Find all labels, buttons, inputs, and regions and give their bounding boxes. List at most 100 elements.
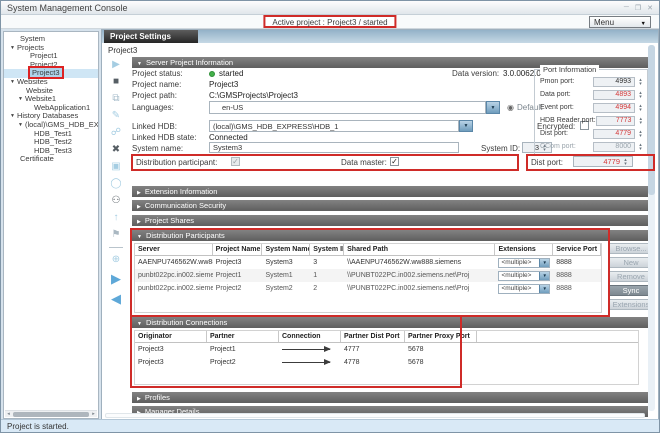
remove-button[interactable]: Remove [609,271,653,282]
spinner-arrows-icon[interactable] [637,117,644,125]
copy-icon[interactable]: ⧉ [112,94,119,104]
connection-arrow-icon [282,362,330,363]
table-row[interactable]: Project3 Project2 4778 5678 [135,356,638,369]
participants-header-row: Server Project Name System Name System I… [135,244,601,256]
spinner-arrows-icon[interactable] [637,130,644,138]
maximize-icon[interactable]: ❐ [635,4,641,12]
linked-hdb-state-value: Connected [209,133,248,142]
ccom-port-stepper[interactable]: 8000 [593,142,635,152]
tab-project-settings[interactable]: Project Settings [104,30,198,43]
status-started-icon [209,71,215,77]
expand-icon [137,201,141,210]
section-project-shares[interactable]: Project Shares [132,215,648,226]
forward-icon[interactable]: ▶ [111,272,121,285]
linked-hdb-dropdown-button[interactable] [459,120,473,132]
connections-table: Originator Partner Connection Partner Di… [134,330,639,385]
dist-port-label: Dist port: [531,158,563,167]
system-tree: System Projects Project1 Project2 Projec… [3,31,99,419]
section-distribution-connections[interactable]: Distribution Connections [132,317,648,328]
section-profiles[interactable]: Profiles [132,392,648,403]
extensions-dropdown[interactable]: <multiple> [498,271,550,281]
table-row[interactable]: punbt022pc.in002.siemens.net Project1 Sy… [135,269,601,282]
browse-button[interactable]: Browse... [609,243,653,254]
minimize-icon[interactable]: ─ [624,4,629,12]
new-button[interactable]: New [609,257,653,268]
scroll-right-icon[interactable]: ▸ [90,411,97,417]
upgrade-icon[interactable]: ↑ [114,213,119,223]
edit-icon[interactable]: ✎ [112,111,120,121]
expander-icon[interactable] [10,77,17,86]
event-port-stepper[interactable]: 4994 [593,103,635,113]
dist-port-stepper[interactable]: 4779 [573,156,633,167]
window-controls: ─ ❐ ✕ [624,4,653,12]
menu-dropdown[interactable]: Menu [589,16,651,28]
dist-port-stepper-group[interactable]: 4779 [593,129,635,139]
main-vertical-scrollbar[interactable] [648,45,655,411]
extensions-button[interactable]: Extensions [609,299,653,310]
spinner-arrows-icon[interactable] [622,158,629,166]
system-id-label: System ID: [481,144,520,153]
restore-icon[interactable]: ◯ [110,179,121,189]
tree-horizontal-scrollbar[interactable]: ◂ ▸ [5,410,97,417]
scroll-left-icon[interactable]: ◂ [5,411,12,417]
collapse-icon [137,58,142,67]
link-icon[interactable]: ☍ [111,128,121,138]
project-path-label: Project path: [132,91,177,100]
data-version-label: Data version: [452,69,499,78]
spinner-arrows-icon[interactable] [637,78,644,86]
status-text: Project is started. [7,422,69,431]
notification-icon[interactable]: ⚑ [112,230,121,240]
distribution-participant-label: Distribution participant: [136,158,217,167]
tree-item-certificate[interactable]: Certificate [4,155,98,164]
chevron-down-icon [539,272,549,280]
data-port-stepper[interactable]: 4893 [593,90,635,100]
table-row[interactable]: punbt022pc.in002.siemens.net Project2 Sy… [135,282,601,295]
spinner-arrows-icon[interactable] [637,104,644,112]
add-icon[interactable]: ⊕ [112,255,120,265]
extensions-dropdown[interactable]: <multiple> [498,284,550,294]
start-icon[interactable]: ▶ [112,60,120,70]
section-communication-security[interactable]: Communication Security [132,200,648,211]
project-settings-body: Project3 ▶ ■ ⧉ ✎ ☍ ✖ ▣ ◯ ⚇ ↑ ⚑ ⊕ ▶ ◀ [103,43,657,419]
close-icon[interactable]: ✕ [647,4,653,12]
expander-icon[interactable] [18,94,25,103]
distribution-participant-checkbox[interactable] [231,157,240,166]
languages-dropdown-button[interactable] [486,101,500,114]
spinner-arrows-icon[interactable] [637,91,644,99]
extensions-dropdown[interactable]: <multiple> [498,258,550,268]
sync-button[interactable]: Sync [609,285,653,296]
expander-icon[interactable] [10,111,17,120]
linked-hdb-combobox[interactable]: (local)\GMS_HDB_EXPRESS\HDB_1 [209,120,459,132]
distribution-icon[interactable]: ✖ [112,145,120,155]
save-icon[interactable]: ▣ [111,162,120,172]
tab-bar: Project Settings [102,30,658,43]
project-status-label: Project status: [132,69,183,78]
port-row-ccom: CCom port: 8000 [540,141,644,152]
project-status-value: started [219,69,243,78]
hdb-reader-port-stepper[interactable]: 7773 [596,116,636,126]
data-master-checkbox[interactable] [390,157,399,166]
connections-header-row: Originator Partner Connection Partner Di… [135,331,638,343]
scrollbar-thumb[interactable] [13,412,89,417]
back-icon[interactable]: ◀ [111,292,121,305]
port-row-event: Event port: 4994 [540,102,644,113]
collapse-icon [137,318,142,327]
table-row[interactable]: AAENPU746562W.ww88l Project3 System3 3 \… [135,256,601,269]
pmon-port-stepper[interactable]: 4993 [593,77,635,87]
status-bar: Project is started. [1,419,659,432]
project-subtitle: Project3 [108,46,137,55]
expander-icon[interactable] [10,43,17,52]
section-extension-information[interactable]: Extension Information [132,186,648,197]
system-name-label: System name: [132,144,183,153]
section-distribution-participants[interactable]: Distribution Participants [132,230,648,241]
main-horizontal-scrollbar[interactable] [105,413,645,418]
project-toolbar: ▶ ■ ⧉ ✎ ☍ ✖ ▣ ◯ ⚇ ↑ ⚑ ⊕ ▶ ◀ [103,60,129,305]
system-name-input[interactable]: System3 [209,142,459,153]
expander-icon[interactable] [18,120,25,129]
scrollbar-thumb[interactable] [648,45,655,195]
share-users-icon[interactable]: ⚇ [112,196,121,206]
languages-listbox[interactable]: en-US [209,101,486,114]
stop-icon[interactable]: ■ [113,77,119,87]
spinner-arrows-icon[interactable] [637,143,644,151]
table-row[interactable]: Project3 Project1 4777 5678 [135,343,638,356]
